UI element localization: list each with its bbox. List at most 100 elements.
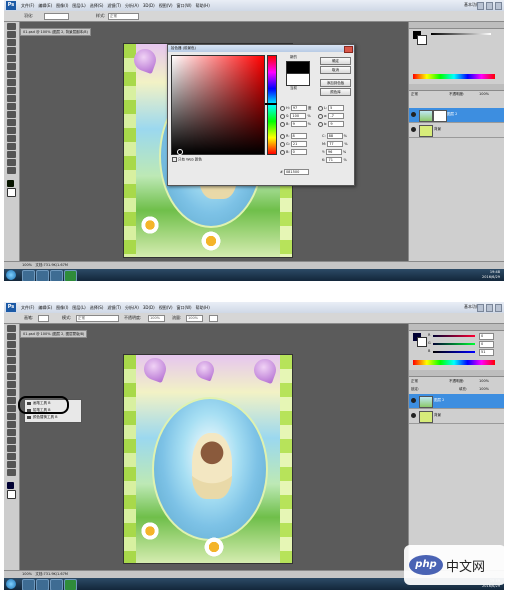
menu-window[interactable]: 窗口(W) [175, 302, 194, 313]
foreground-color-swatch[interactable] [7, 180, 14, 187]
close-icon[interactable] [344, 46, 353, 53]
layer-name[interactable]: 图层 2 [434, 398, 444, 403]
h-input[interactable]: 97 [290, 105, 307, 111]
menu-window[interactable]: 窗口(W) [175, 0, 194, 11]
g-radio[interactable] [280, 141, 285, 147]
layer-row[interactable]: 图层 2 [409, 394, 504, 409]
bg-swatch[interactable] [417, 35, 427, 45]
layer-mask-thumbnail[interactable] [433, 110, 447, 122]
g-input[interactable]: 21 [290, 141, 307, 147]
menu-filter[interactable]: 滤镜(T) [105, 0, 123, 11]
minimize-button[interactable] [477, 2, 484, 10]
g-slider[interactable] [433, 343, 475, 345]
eyedropper-tool-icon[interactable] [7, 365, 16, 372]
menu-file[interactable]: 文件(F) [19, 302, 36, 313]
lab-b-radio[interactable] [318, 121, 323, 127]
ok-button[interactable]: 确定 [320, 57, 351, 65]
app-taskbar-icon[interactable] [64, 579, 77, 590]
menu-3d[interactable]: 3D(D) [141, 302, 157, 313]
eye-icon[interactable] [411, 127, 416, 132]
background-color-swatch[interactable] [7, 490, 16, 499]
hue-slider-handle[interactable] [265, 103, 277, 105]
document-canvas[interactable] [123, 354, 293, 564]
color-panel-tab[interactable] [409, 324, 504, 331]
brush-tool-icon[interactable] [7, 79, 16, 86]
web-only-checkbox-row[interactable]: 只有 Web 颜色 [172, 157, 202, 163]
eraser-tool-icon[interactable] [7, 103, 16, 110]
a-input[interactable]: -7 [328, 113, 345, 119]
move-tool-icon[interactable] [7, 325, 16, 332]
healing-brush-icon[interactable] [7, 71, 16, 78]
b-input[interactable]: 9 [290, 121, 307, 127]
g-value[interactable]: 0 [479, 341, 494, 348]
type-tool-icon[interactable] [7, 135, 16, 142]
current-color-swatch[interactable] [286, 73, 310, 86]
type-tool-icon[interactable] [7, 437, 16, 444]
color-spectrum[interactable] [413, 360, 495, 365]
app-taskbar-icon[interactable] [64, 270, 77, 281]
menu-analysis[interactable]: 分析(A) [123, 302, 141, 313]
m-input[interactable]: 77 [327, 141, 344, 147]
eyedropper-tool-icon[interactable] [7, 63, 16, 70]
b-slider[interactable] [433, 351, 475, 353]
menu-edit[interactable]: 编辑(E) [36, 0, 54, 11]
lasso-tool-icon[interactable] [7, 341, 16, 348]
add-to-swatches-button[interactable]: 添加到色板 [320, 79, 351, 87]
menu-image[interactable]: 图像(I) [54, 302, 70, 313]
c-input[interactable]: 88 [326, 133, 343, 139]
healing-brush-icon[interactable] [7, 373, 16, 380]
color-spectrum[interactable] [413, 74, 495, 79]
maximize-button[interactable] [486, 2, 493, 10]
history-brush-icon[interactable] [7, 397, 16, 404]
foreground-color-swatch[interactable] [7, 482, 14, 489]
gradient-tool-icon[interactable] [7, 413, 16, 420]
menu-help[interactable]: 帮助(H) [194, 0, 212, 11]
layer-name[interactable]: 图层 2 [447, 112, 457, 117]
clone-stamp-icon[interactable] [7, 87, 16, 94]
layers-panel-tab[interactable] [409, 370, 504, 377]
layer-row[interactable]: 图层 2 [409, 108, 504, 123]
move-tool-icon[interactable] [7, 23, 16, 30]
zoom-tool-icon[interactable] [7, 167, 16, 174]
hand-tool-icon[interactable] [7, 461, 16, 468]
zoom-readout[interactable]: 100% [22, 572, 32, 576]
bg-swatch[interactable] [417, 337, 427, 347]
color-field-cursor[interactable] [177, 149, 183, 155]
background-color-swatch[interactable] [7, 188, 16, 197]
r-radio[interactable] [280, 133, 285, 139]
blend-mode-select[interactable]: 正常 [411, 379, 418, 384]
lab-b-input[interactable]: 9 [328, 121, 345, 127]
explorer-taskbar-icon[interactable] [50, 270, 63, 281]
flyout-color-replacement-tool[interactable]: 颜色替换工具 B [25, 414, 81, 421]
history-brush-icon[interactable] [7, 95, 16, 102]
y-input[interactable]: 96 [325, 149, 342, 155]
flow-input[interactable]: 100% [186, 315, 203, 322]
hue-slider[interactable] [267, 55, 277, 155]
close-button[interactable] [495, 2, 502, 10]
eye-icon[interactable] [411, 112, 416, 117]
gradient-tool-icon[interactable] [7, 111, 16, 118]
pen-tool-icon[interactable] [7, 127, 16, 134]
quick-select-tool-icon[interactable] [7, 349, 16, 356]
menu-select[interactable]: 选择(S) [88, 302, 106, 313]
r-value[interactable]: 0 [479, 333, 494, 340]
s-radio[interactable] [280, 113, 285, 119]
minimize-button[interactable] [477, 304, 484, 312]
pen-tool-icon[interactable] [7, 429, 16, 436]
brush-tool-icon[interactable] [7, 381, 16, 388]
menu-select[interactable]: 选择(S) [88, 0, 106, 11]
photoshop-taskbar-icon[interactable] [22, 270, 35, 281]
path-select-icon[interactable] [7, 445, 16, 452]
marquee-tool-icon[interactable] [7, 333, 16, 340]
layer-row[interactable]: 背景 [409, 409, 504, 424]
menu-layer[interactable]: 图层(L) [70, 302, 87, 313]
close-button[interactable] [495, 304, 502, 312]
clone-stamp-icon[interactable] [7, 389, 16, 396]
brush-preset-picker[interactable] [38, 315, 49, 322]
zoom-tool-icon[interactable] [7, 469, 16, 476]
menu-edit[interactable]: 编辑(E) [36, 302, 54, 313]
rgb-b-radio[interactable] [280, 149, 285, 155]
crop-tool-icon[interactable] [7, 55, 16, 62]
menu-filter[interactable]: 滤镜(T) [105, 302, 123, 313]
h-radio[interactable] [280, 105, 285, 111]
